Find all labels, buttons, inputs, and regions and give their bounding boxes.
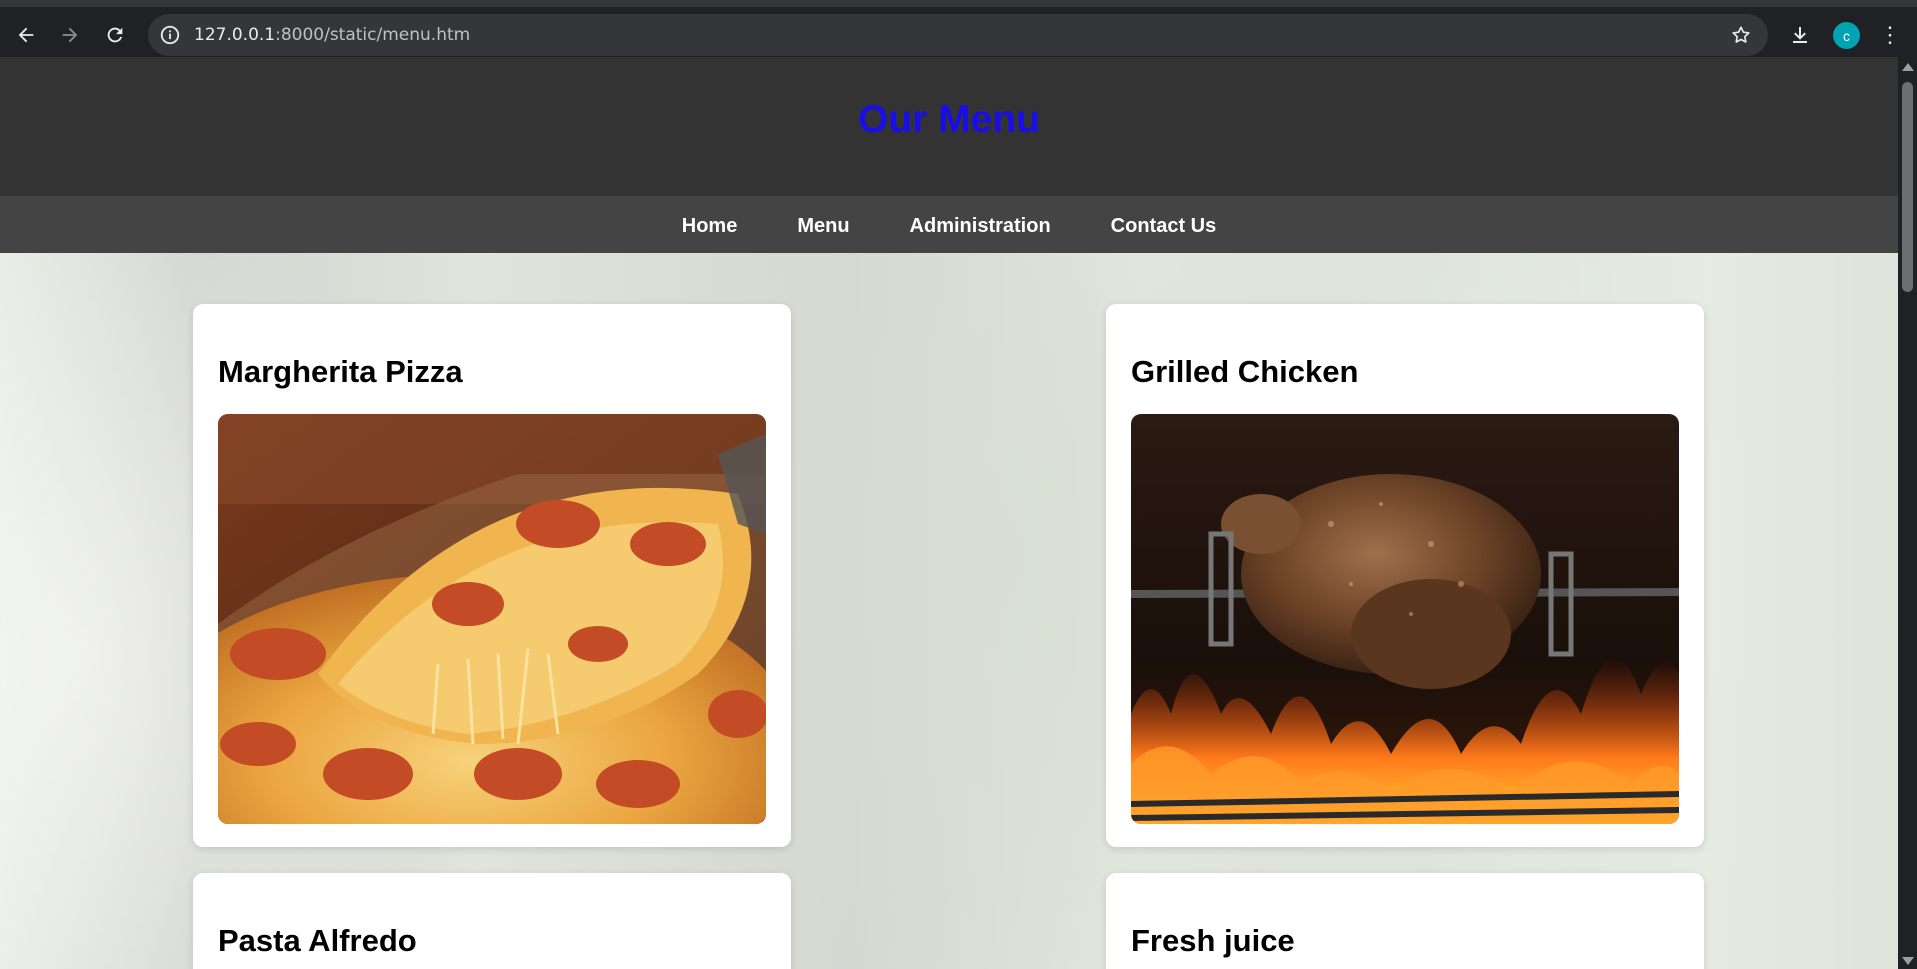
menu-item-name: Fresh juice [1131,923,1295,958]
profile-avatar[interactable]: c [1833,22,1860,49]
address-bar[interactable]: 127.0.0.1:8000/static/menu.htm [148,14,1768,56]
menu-card-juice: Fresh juice [1106,873,1704,969]
menu-item-name: Margherita Pizza [218,354,463,389]
menu-card-chicken: Grilled Chicken [1106,304,1704,847]
url-host: 127.0.0.1 [194,25,276,45]
page-viewport: Our Menu Home Menu Administration Contac… [0,57,1917,969]
page-scrollbar[interactable] [1898,57,1917,969]
reload-button[interactable] [99,19,131,51]
site-nav: Home Menu Administration Contact Us [0,196,1898,253]
download-button[interactable] [1785,19,1815,51]
nav-home[interactable]: Home [682,215,738,238]
nav-administration[interactable]: Administration [910,215,1051,238]
back-icon [18,27,34,43]
reload-icon [107,27,123,43]
menu-item-name: Grilled Chicken [1131,354,1359,389]
site-header: Our Menu [0,57,1898,196]
chicken-image [1131,414,1679,824]
scrollbar-thumb[interactable] [1902,82,1913,292]
page-title: Our Menu [858,98,1040,141]
forward-button[interactable] [54,19,86,51]
scroll-down-icon[interactable] [1902,957,1914,965]
bookmark-star-icon[interactable] [1730,24,1752,46]
menu-card-pizza: Margherita Pizza [193,304,791,847]
back-button[interactable] [10,19,42,51]
url-text[interactable]: 127.0.0.1:8000/static/menu.htm [194,25,470,45]
pizza-image [218,414,766,824]
kebab-menu-icon[interactable]: ⋮ [1878,19,1902,51]
site-info-icon[interactable] [159,24,181,46]
download-icon [1793,27,1807,43]
nav-menu[interactable]: Menu [797,215,849,238]
menu-item-name: Pasta Alfredo [218,923,417,958]
scroll-up-icon[interactable] [1902,63,1914,71]
browser-toolbar: 127.0.0.1:8000/static/menu.htm c ⋮ [0,0,1917,57]
nav-contact-us[interactable]: Contact Us [1111,215,1217,238]
url-path: :8000/static/menu.htm [275,25,471,45]
menu-card-pasta: Pasta Alfredo [193,873,791,969]
forward-icon [62,27,78,43]
